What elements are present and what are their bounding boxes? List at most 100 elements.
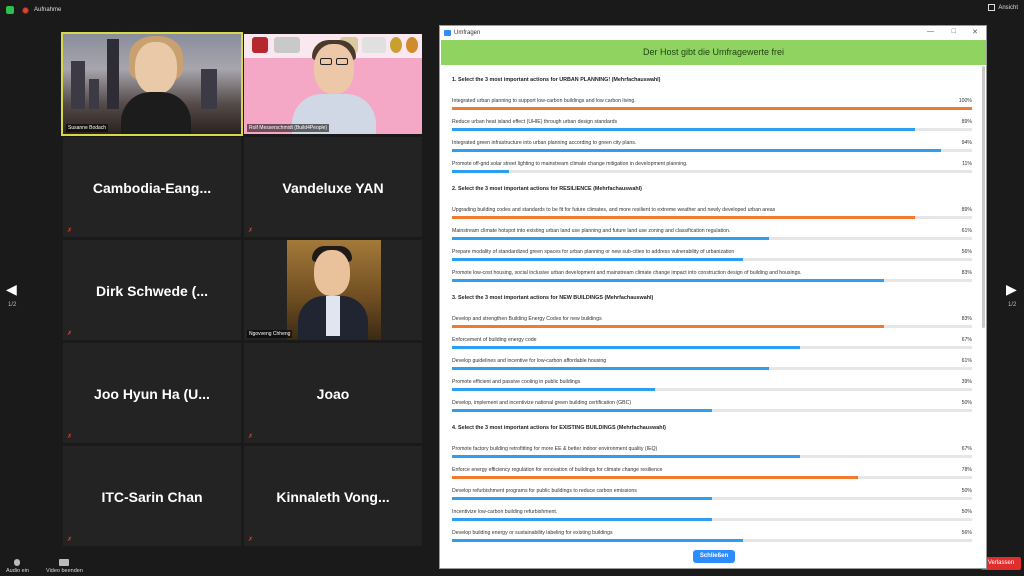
result-bar-fill	[452, 476, 858, 479]
option-text: Enforcement of building energy code	[452, 337, 537, 343]
poll-option: Develop guidelines and incentive for low…	[452, 358, 972, 372]
video-tile-cambodia[interactable]: Cambodia-Eang... ✗	[63, 137, 241, 237]
muted-mic-icon: ✗	[248, 537, 254, 543]
poll-option: Promote efficient and passive cooling in…	[452, 379, 972, 393]
option-percent: 94%	[961, 140, 972, 146]
muted-mic-icon: ✗	[67, 331, 73, 337]
poll-option: Develop building energy or sustainabilit…	[452, 530, 972, 544]
close-window-icon[interactable]: ✕	[972, 28, 978, 36]
poll-scrollbar[interactable]	[982, 66, 985, 328]
poll-window-title: Umfragen	[454, 30, 481, 36]
option-text: Incentivize low-carbon building refurbis…	[452, 509, 558, 515]
security-shield-icon[interactable]	[6, 6, 14, 14]
result-bar-track	[452, 476, 972, 479]
leave-meeting-button[interactable]: Verlassen	[981, 557, 1021, 570]
participant-name: Cambodia-Eang...	[92, 180, 212, 196]
option-percent: 61%	[961, 228, 972, 234]
view-button[interactable]: Ansicht	[988, 4, 1018, 11]
result-bar-fill	[452, 367, 770, 370]
audio-button[interactable]: Audio ein	[6, 559, 29, 574]
poll-option: Develop and strengthen Building Energy C…	[452, 316, 972, 330]
option-percent: 67%	[961, 337, 972, 343]
option-text: Prepare modality of standardized green s…	[452, 249, 735, 255]
result-bar-fill	[452, 325, 884, 328]
option-percent: 50%	[961, 488, 972, 494]
option-text: Mainstream climate hotspot into existing…	[452, 228, 731, 234]
option-text: Develop building energy or sustainabilit…	[452, 530, 613, 536]
participant-name: Joao	[316, 386, 350, 402]
video-button[interactable]: Video beenden	[46, 559, 83, 574]
next-page-arrow-icon[interactable]: ▶	[1006, 281, 1017, 298]
poll-option: Mainstream climate hotspot into existing…	[452, 228, 972, 242]
option-text: Promote low-cost housing, social inclusi…	[452, 270, 802, 276]
recording-icon	[22, 6, 29, 14]
question-title: 1. Select the 3 most important actions f…	[452, 77, 661, 83]
result-bar-fill	[452, 346, 801, 349]
poll-option: Upgrading building codes and standards t…	[452, 207, 972, 221]
result-bar-fill	[452, 497, 712, 500]
poll-option: Integrated green infrastructure into urb…	[452, 140, 972, 154]
poll-option: Enforcement of building energy code 67%	[452, 337, 972, 351]
video-tile-ngovveng[interactable]: Ngovveng Chheng	[244, 240, 422, 340]
muted-mic-icon: ✗	[67, 434, 73, 440]
page-indicator-left: 1/2	[8, 302, 17, 308]
result-bar-track	[452, 170, 972, 173]
option-text: Promote factory building retrofitting fo…	[452, 446, 658, 452]
video-label: Video beenden	[46, 568, 83, 574]
option-text: Reduce urban heat island effect (UHIE) t…	[452, 119, 618, 125]
poll-option: Prepare modality of standardized green s…	[452, 249, 972, 263]
result-bar-track	[452, 279, 972, 282]
result-bar-track	[452, 258, 972, 261]
video-tile-susanne[interactable]: Susanne Bodach	[61, 32, 243, 136]
poll-option: Reduce urban heat island effect (UHIE) t…	[452, 119, 972, 133]
option-percent: 78%	[961, 467, 972, 473]
option-percent: 56%	[961, 530, 972, 536]
result-bar-track	[452, 128, 972, 131]
option-percent: 100%	[958, 98, 972, 104]
participant-name-label: Ngovveng Chheng	[247, 330, 293, 338]
option-text: Develop, implement and incentivize natio…	[452, 400, 632, 406]
option-text: Develop refurbishment programs for publi…	[452, 488, 637, 494]
video-tile-vandeluxe[interactable]: Vandeluxe YAN ✗	[244, 137, 422, 237]
option-percent: 39%	[961, 379, 972, 385]
participant-name: ITC-Sarin Chan	[101, 489, 203, 505]
option-percent: 89%	[961, 207, 972, 213]
video-tile-joao[interactable]: Joao ✗	[244, 343, 422, 443]
maximize-icon[interactable]: □	[952, 28, 956, 35]
result-bar-fill	[452, 388, 655, 391]
result-bar-track	[452, 388, 972, 391]
result-bar-fill	[452, 128, 915, 131]
video-tile-kinnaleth[interactable]: Kinnaleth Vong... ✗	[244, 446, 422, 546]
video-tile-rolf[interactable]: Rolf Messerschmidt (Build4People)	[244, 34, 422, 134]
minimize-icon[interactable]: —	[927, 28, 934, 35]
result-bar-track	[452, 518, 972, 521]
result-bar-track	[452, 539, 972, 542]
option-text: Integrated green infrastructure into urb…	[452, 140, 637, 146]
participant-name: Kinnaleth Vong...	[276, 489, 390, 505]
participant-name-label: Susanne Bodach	[66, 124, 109, 132]
video-tile-dirk[interactable]: Dirk Schwede (... ✗	[63, 240, 241, 340]
result-bar-fill	[452, 455, 801, 458]
poll-option: Develop refurbishment programs for publi…	[452, 488, 972, 502]
audio-label: Audio ein	[6, 568, 29, 574]
video-tile-joo-hyun[interactable]: Joo Hyun Ha (U... ✗	[63, 343, 241, 443]
microphone-icon	[14, 559, 21, 566]
option-percent: 50%	[961, 400, 972, 406]
top-bar: Aufnahme Ansicht	[0, 0, 1024, 20]
result-bar-track	[452, 149, 972, 152]
video-tile-itc-sarin[interactable]: ITC-Sarin Chan ✗	[63, 446, 241, 546]
question-title: 3. Select the 3 most important actions f…	[452, 295, 654, 301]
result-bar-track	[452, 346, 972, 349]
prev-page-arrow-icon[interactable]: ◀	[6, 281, 17, 298]
close-poll-button[interactable]: Schließen	[693, 550, 735, 563]
result-bar-fill	[452, 409, 712, 412]
poll-option: Integrated urban planning to support low…	[452, 98, 972, 112]
option-text: Promote efficient and passive cooling in…	[452, 379, 581, 385]
zoom-app-icon	[444, 30, 451, 36]
result-bar-fill	[452, 107, 972, 110]
view-label: Ansicht	[998, 4, 1018, 11]
question-title: 2. Select the 3 most important actions f…	[452, 186, 642, 192]
option-text: Upgrading building codes and standards t…	[452, 207, 776, 213]
page-indicator-right: 1/2	[1008, 302, 1017, 308]
poll-window: Umfragen — □ ✕ Der Host gibt die Umfrage…	[439, 25, 987, 569]
